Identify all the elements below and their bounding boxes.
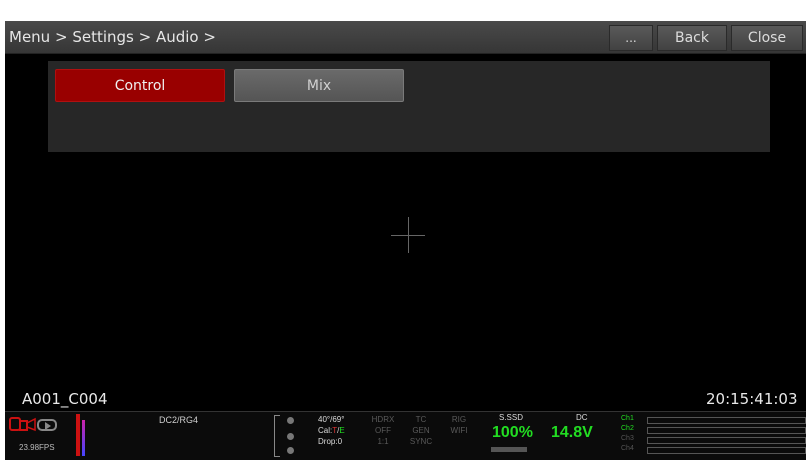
back-button[interactable]: Back bbox=[657, 25, 727, 51]
timecode: 20:15:41:03 bbox=[706, 390, 798, 408]
breadcrumb-settings[interactable]: Settings bbox=[72, 28, 134, 46]
tab-mix[interactable]: Mix bbox=[234, 69, 404, 102]
breadcrumb-separator: > bbox=[54, 28, 73, 46]
indicator-dot-icon bbox=[287, 447, 294, 454]
hdrx-label: HDRX bbox=[371, 415, 395, 424]
calibration-readout: Cal:T/E bbox=[318, 426, 345, 436]
power-voltage: 14.8V bbox=[551, 424, 593, 441]
channel-4-label: Ch4 bbox=[621, 445, 634, 452]
tab-panel: Control Mix bbox=[48, 61, 770, 152]
temperature-readout: 40°/69° bbox=[318, 415, 345, 424]
cal-e: E bbox=[339, 426, 345, 435]
codec-readout: DC2/RG4 bbox=[159, 415, 199, 425]
audio-meter-row bbox=[647, 437, 806, 444]
breadcrumb-audio: Audio bbox=[155, 28, 199, 46]
channel-2-label: Ch2 bbox=[621, 425, 634, 432]
hdrx-ratio: 1:1 bbox=[377, 437, 389, 446]
channel-3-label: Ch3 bbox=[621, 435, 634, 442]
tc-sync: SYNC bbox=[409, 437, 433, 446]
camera-record-icon[interactable] bbox=[9, 416, 37, 432]
indicator-dot-icon bbox=[287, 433, 294, 440]
breadcrumb-separator: > bbox=[138, 28, 156, 46]
histogram-meter bbox=[82, 420, 85, 456]
breadcrumb: Menu > Settings > Audio > bbox=[9, 28, 216, 46]
drop-readout: Drop:0 bbox=[318, 437, 343, 446]
cal-prefix: Cal: bbox=[318, 426, 333, 435]
audio-meter-row bbox=[647, 447, 806, 454]
status-bracket bbox=[274, 415, 280, 457]
breadcrumb-separator: > bbox=[203, 28, 216, 46]
breadcrumb-menu[interactable]: Menu bbox=[9, 28, 50, 46]
media-label: S.SSD bbox=[499, 413, 524, 422]
center-crosshair-icon bbox=[408, 217, 409, 253]
record-level-meter bbox=[76, 414, 80, 456]
media-indicator-bar bbox=[491, 447, 527, 452]
clip-name: A001_C004 bbox=[22, 390, 108, 408]
tc-label: TC bbox=[415, 415, 427, 424]
audio-meter-row bbox=[647, 417, 806, 424]
rig-label: RIG bbox=[451, 415, 467, 424]
playback-icon[interactable] bbox=[37, 419, 57, 431]
menu-header: Menu > Settings > Audio > ... Back Close bbox=[5, 21, 806, 54]
fps-readout: 23.98FPS bbox=[19, 443, 55, 452]
camera-screen: Menu > Settings > Audio > ... Back Close… bbox=[5, 21, 806, 460]
tc-value: GEN bbox=[412, 426, 430, 435]
indicator-dot-icon bbox=[287, 417, 294, 424]
media-percentage: 100% bbox=[492, 424, 533, 441]
rig-value: WIFI bbox=[450, 426, 468, 435]
close-button[interactable]: Close bbox=[731, 25, 803, 51]
power-label: DC bbox=[576, 413, 588, 422]
status-bar: 23.98FPS DC2/RG4 40°/69° Cal:T/E Drop:0 … bbox=[5, 411, 806, 460]
more-button[interactable]: ... bbox=[609, 25, 653, 51]
tab-control[interactable]: Control bbox=[55, 69, 225, 102]
channel-1-label: Ch1 bbox=[621, 415, 634, 422]
audio-meters bbox=[647, 415, 806, 457]
hdrx-value: OFF bbox=[375, 426, 391, 435]
audio-meter-row bbox=[647, 427, 806, 434]
